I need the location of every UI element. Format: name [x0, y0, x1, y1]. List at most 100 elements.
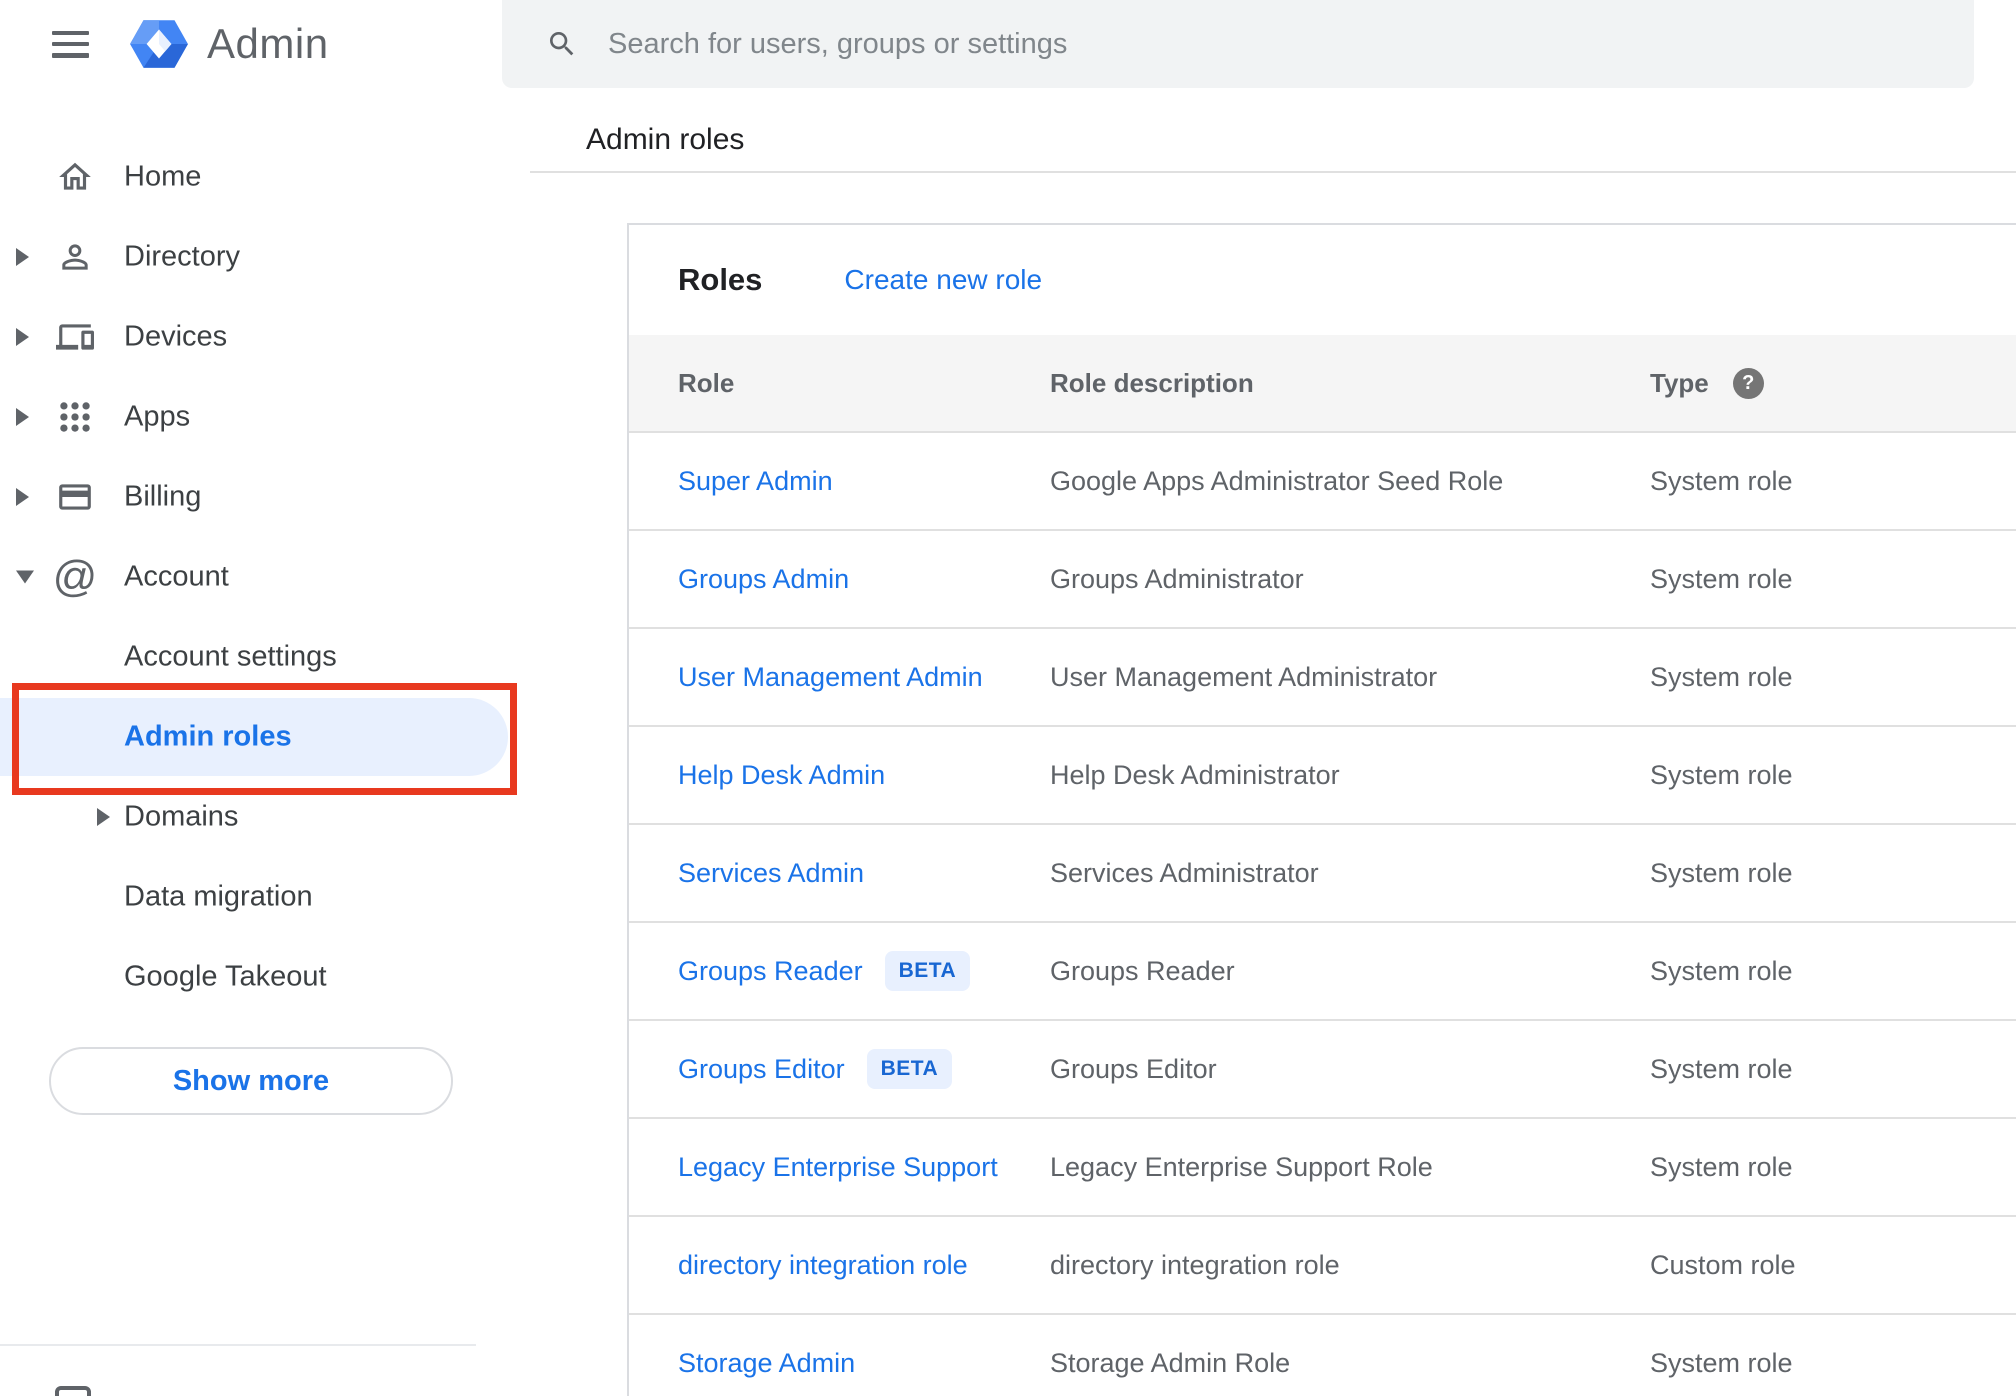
role-type: System role: [1650, 955, 1793, 986]
table-row: Help Desk Admin Help Desk Administrator …: [629, 727, 2016, 825]
sidebar-item-label: Domains: [124, 800, 239, 833]
sidebar-item-label: Devices: [124, 320, 228, 353]
role-description: Legacy Enterprise Support Role: [1050, 1151, 1433, 1182]
sidebar-item-admin-roles[interactable]: Admin roles: [0, 697, 530, 777]
sidebar-divider: [0, 1344, 476, 1346]
table-row: Services Admin Services Administrator Sy…: [629, 825, 2016, 923]
chevron-right-icon[interactable]: [16, 248, 29, 266]
role-link[interactable]: directory integration role: [678, 1250, 968, 1281]
table-row: Legacy Enterprise Support Legacy Enterpr…: [629, 1119, 2016, 1217]
role-description: Google Apps Administrator Seed Role: [1050, 465, 1504, 496]
chevron-down-icon[interactable]: [16, 570, 34, 584]
menu-icon[interactable]: [52, 30, 89, 58]
role-description: Groups Editor: [1050, 1053, 1217, 1084]
show-more-button[interactable]: Show more: [49, 1047, 453, 1115]
chevron-right-icon[interactable]: [16, 488, 29, 506]
devices-icon: [53, 315, 97, 359]
sidebar-item-label: Apps: [124, 400, 191, 433]
home-icon: [53, 155, 97, 199]
partial-bottom-icon: [55, 1386, 91, 1396]
sidebar-item-directory[interactable]: Directory: [0, 217, 530, 297]
role-link[interactable]: Legacy Enterprise Support: [678, 1152, 998, 1183]
page-title: Roles: [678, 262, 763, 297]
breadcrumb-divider: [530, 171, 2016, 173]
role-type: System role: [1650, 857, 1793, 888]
column-header-role-description: Role description: [1050, 367, 1254, 398]
sidebar-item-home[interactable]: Home: [0, 137, 530, 217]
role-description: Services Administrator: [1050, 857, 1319, 888]
sidebar-item-data-migration[interactable]: Data migration: [0, 857, 530, 937]
sidebar-item-domains[interactable]: Domains: [0, 777, 530, 857]
role-link[interactable]: Groups Editor: [678, 1054, 845, 1085]
table-row: Groups Editor BETA Groups Editor System …: [629, 1021, 2016, 1119]
sidebar-item-label: Admin roles: [124, 720, 292, 753]
role-link[interactable]: User Management Admin: [678, 662, 983, 693]
table-row: Storage Admin Storage Admin Role System …: [629, 1315, 2016, 1396]
search-icon: [550, 32, 574, 56]
role-type: System role: [1650, 1053, 1793, 1084]
table-row: User Management Admin User Management Ad…: [629, 629, 2016, 727]
person-icon: [53, 235, 97, 279]
at-icon: @: [52, 552, 98, 601]
table-row: directory integration role directory int…: [629, 1217, 2016, 1315]
role-link[interactable]: Groups Admin: [678, 564, 849, 595]
chevron-right-icon[interactable]: [97, 808, 110, 826]
sidebar-item-label: Google Takeout: [124, 960, 327, 993]
role-description: Groups Administrator: [1050, 563, 1304, 594]
sidebar-nav: Home Directory Devices Apps Billing @ Ac…: [0, 137, 530, 1017]
sidebar-item-label: Home: [124, 160, 202, 193]
chevron-right-icon[interactable]: [16, 328, 29, 346]
roles-table-body: Super Admin Google Apps Administrator Se…: [629, 433, 2016, 1396]
create-new-role-link[interactable]: Create new role: [844, 264, 1042, 296]
table-row: Super Admin Google Apps Administrator Se…: [629, 433, 2016, 531]
beta-badge: BETA: [884, 951, 971, 991]
sidebar-item-account[interactable]: @ Account: [0, 537, 530, 617]
column-header-role: Role: [678, 367, 735, 398]
sidebar-item-devices[interactable]: Devices: [0, 297, 530, 377]
role-description: Storage Admin Role: [1050, 1347, 1291, 1378]
help-icon[interactable]: ?: [1732, 367, 1764, 399]
role-link[interactable]: Groups Reader: [678, 956, 863, 987]
role-link[interactable]: Storage Admin: [678, 1348, 855, 1379]
role-type: Custom role: [1650, 1249, 1796, 1280]
role-link[interactable]: Super Admin: [678, 466, 833, 497]
beta-badge: BETA: [866, 1049, 953, 1089]
sidebar-item-label: Billing: [124, 480, 202, 513]
table-row: Groups Admin Groups Administrator System…: [629, 531, 2016, 629]
search-bar[interactable]: [502, 0, 1974, 88]
role-description: Help Desk Administrator: [1050, 759, 1340, 790]
role-type: System role: [1650, 1347, 1793, 1378]
breadcrumb: Admin roles: [586, 123, 745, 156]
role-type: System role: [1650, 563, 1793, 594]
search-input[interactable]: [608, 14, 1974, 74]
role-link[interactable]: Services Admin: [678, 858, 864, 889]
admin-logo-icon: [130, 20, 188, 68]
app-title: Admin: [207, 20, 329, 67]
roles-card: Roles Create new role Role Role descript…: [627, 223, 2016, 1396]
google-admin-console: Admin Home Directory Devices Apps Billin…: [0, 0, 2016, 1396]
sidebar-item-label: Directory: [124, 240, 241, 273]
sidebar-item-label: Account: [124, 560, 229, 593]
sidebar-item-apps[interactable]: Apps: [0, 377, 530, 457]
sidebar-item-label: Account settings: [124, 640, 337, 673]
role-type: System role: [1650, 1151, 1793, 1182]
sidebar-item-billing[interactable]: Billing: [0, 457, 530, 537]
role-description: directory integration role: [1050, 1249, 1340, 1280]
role-link[interactable]: Help Desk Admin: [678, 760, 885, 791]
sidebar: Admin Home Directory Devices Apps Billin…: [0, 0, 530, 1396]
role-type: System role: [1650, 661, 1793, 692]
chevron-right-icon[interactable]: [16, 408, 29, 426]
billing-icon: [53, 475, 97, 519]
roles-card-header: Roles Create new role: [629, 225, 2016, 335]
role-type: System role: [1650, 465, 1793, 496]
sidebar-header: Admin: [0, 0, 530, 88]
table-header-row: Role Role description Type ?: [629, 335, 2016, 433]
role-description: User Management Administrator: [1050, 661, 1438, 692]
table-row: Groups Reader BETA Groups Reader System …: [629, 923, 2016, 1021]
sidebar-item-account-settings[interactable]: Account settings: [0, 617, 530, 697]
sidebar-item-google-takeout[interactable]: Google Takeout: [0, 937, 530, 1017]
column-header-type: Type ?: [1650, 367, 2016, 399]
sidebar-item-label: Data migration: [124, 880, 313, 913]
role-type: System role: [1650, 759, 1793, 790]
apps-icon: [53, 395, 97, 439]
